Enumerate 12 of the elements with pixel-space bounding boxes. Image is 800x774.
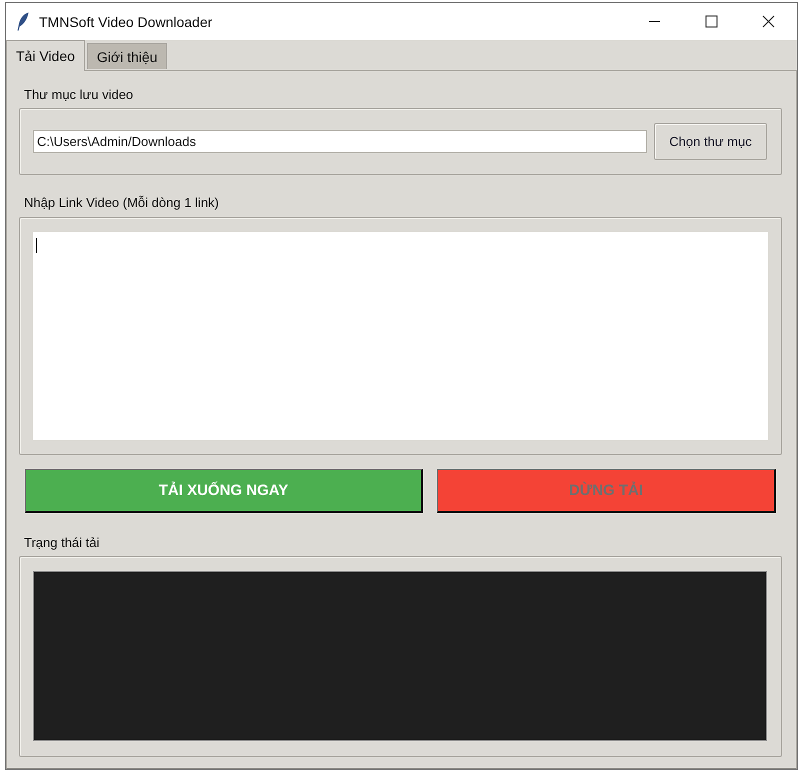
window-title: TMNSoft Video Downloader	[39, 14, 214, 30]
section-label: Trạng thái tải	[23, 534, 100, 552]
tab[interactable]: Tải Video	[6, 40, 85, 71]
folder-path-field[interactable]: C:\Users\Admin/Downloads	[33, 130, 647, 153]
maximize-icon[interactable]	[705, 15, 718, 28]
tab[interactable]: Giới thiệu	[86, 43, 168, 69]
close-icon[interactable]	[762, 15, 775, 28]
section-label: Thư mục lưu video	[23, 86, 134, 104]
feather-icon	[17, 12, 29, 31]
browse-button[interactable]: Chọn thư mục	[654, 123, 767, 160]
section-label: Nhập Link Video (Mỗi dòng 1 link)	[23, 194, 220, 212]
link-input-field[interactable]	[33, 232, 768, 440]
